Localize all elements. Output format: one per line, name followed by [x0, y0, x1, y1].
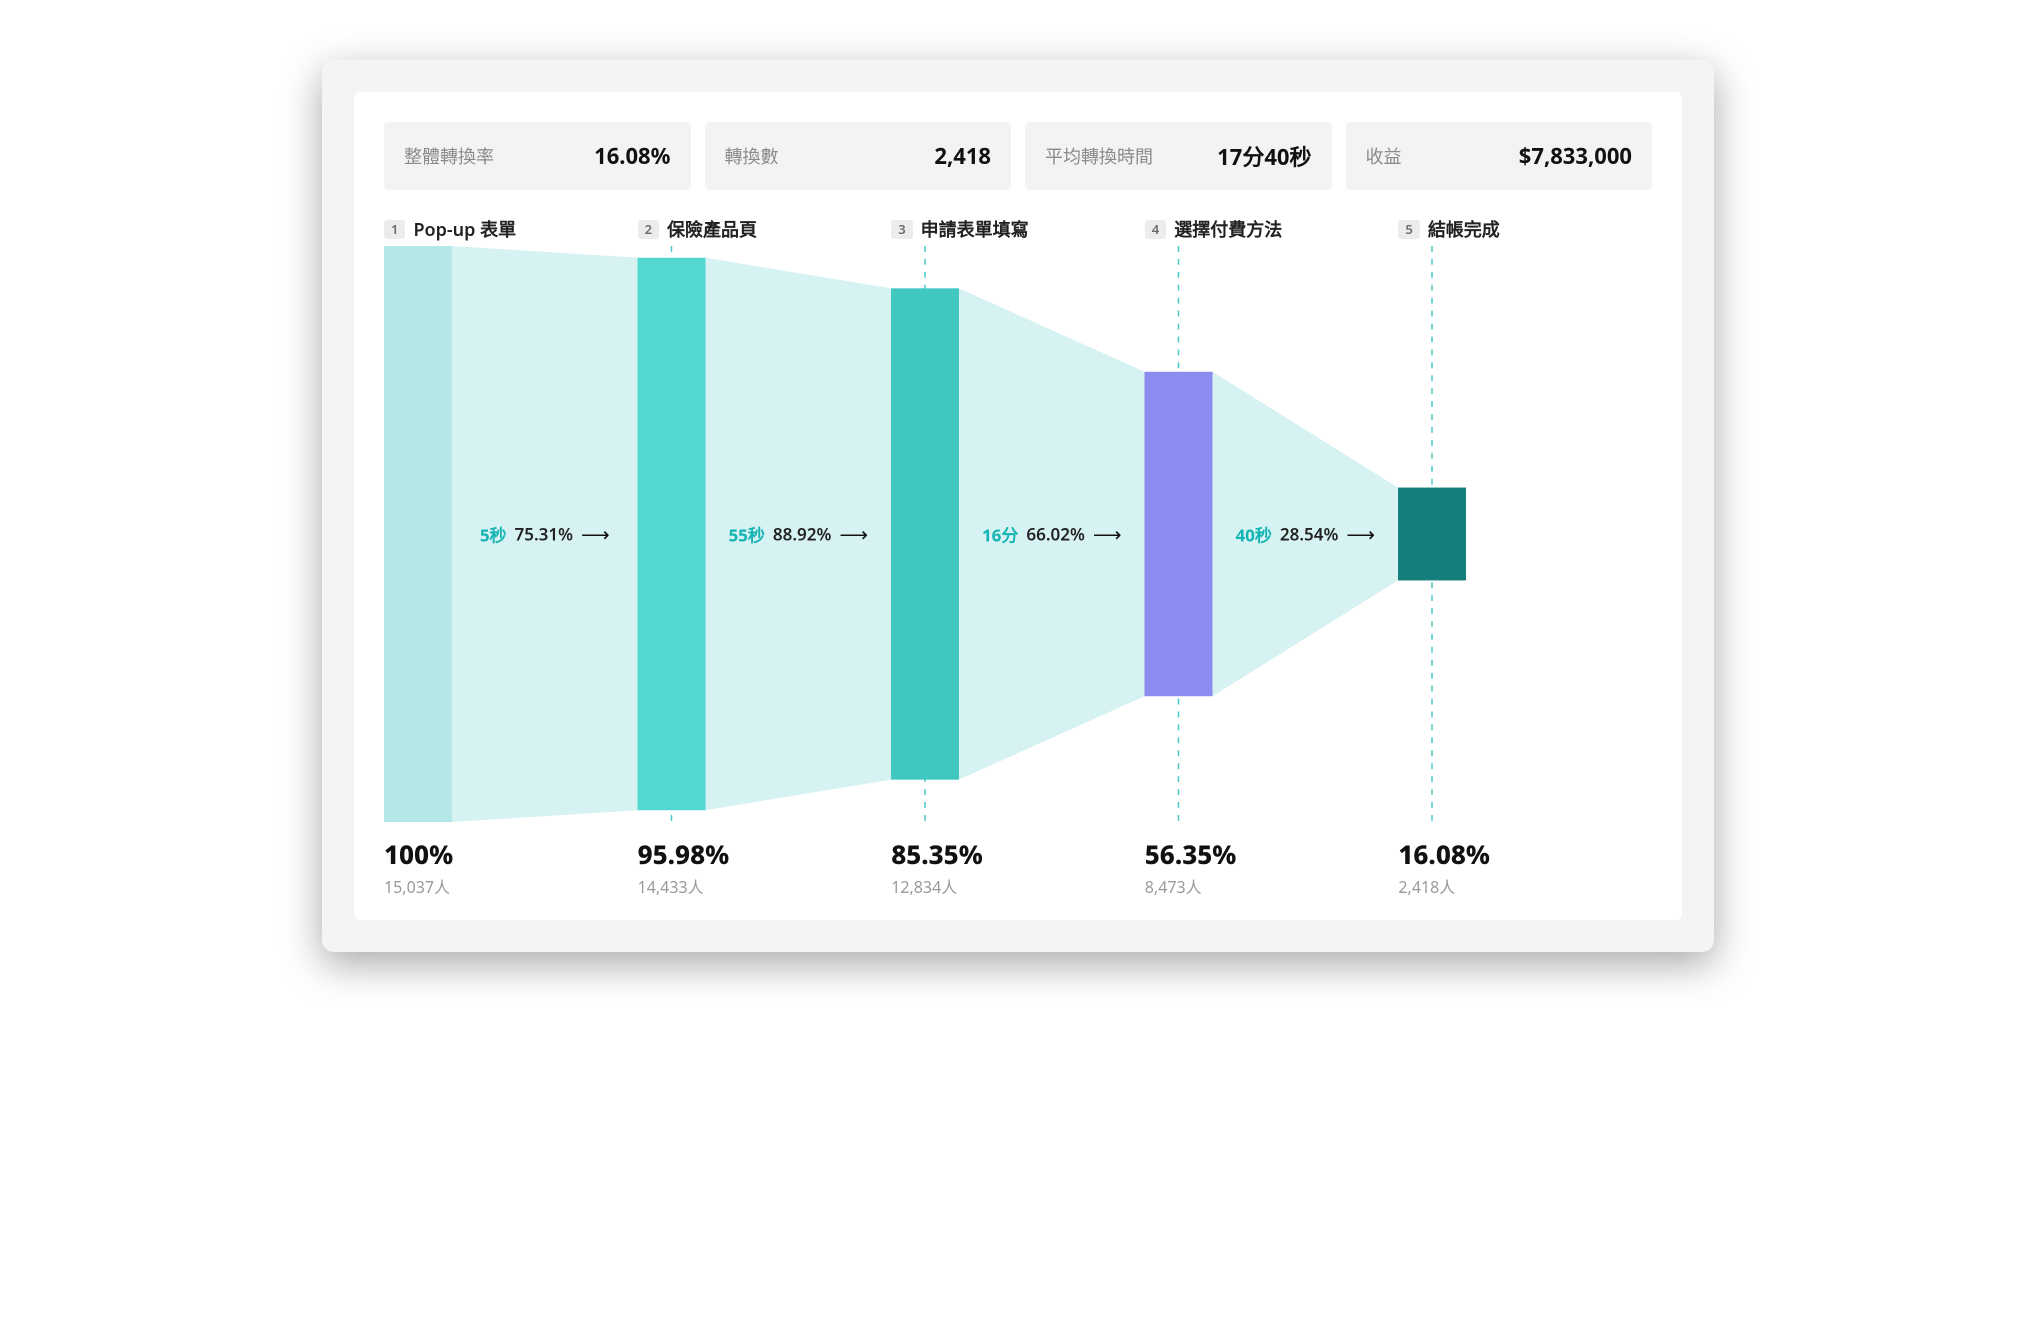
kpi-row: 整體轉換率 16.08% 轉換數 2,418 平均轉換時間 17分40秒 收益 …: [384, 122, 1652, 190]
step-number-badge: 4: [1145, 220, 1166, 239]
funnel-bar: [891, 288, 959, 779]
kpi-value: $7,833,000: [1519, 141, 1632, 171]
step-number-badge: 3: [891, 220, 912, 239]
step-percent: 85.35%: [891, 836, 1145, 872]
funnel-bar: [1145, 372, 1213, 696]
step-footer: 85.35% 12,834人: [891, 836, 1145, 898]
step-header: 3 申請表單填寫: [891, 216, 1145, 242]
funnel-plot: 5秒75.31%⟶55秒88.92%⟶16分66.02%⟶40秒28.54%⟶: [384, 246, 1652, 822]
step-count: 2,418人: [1398, 874, 1652, 898]
step-name: 結帳完成: [1428, 216, 1500, 242]
kpi-revenue: 收益 $7,833,000: [1346, 122, 1653, 190]
kpi-conversions: 轉換數 2,418: [705, 122, 1012, 190]
step-count: 12,834人: [891, 874, 1145, 898]
card-frame: 整體轉換率 16.08% 轉換數 2,418 平均轉換時間 17分40秒 收益 …: [322, 60, 1714, 952]
step-footer: 100% 15,037人: [384, 836, 638, 898]
steps-footer: 100% 15,037人 95.98% 14,433人 85.35% 12,83…: [384, 836, 1652, 898]
step-footer: 95.98% 14,433人: [638, 836, 892, 898]
funnel-flow: [452, 246, 638, 822]
funnel-flow: [959, 288, 1145, 779]
step-name: 申請表單填寫: [921, 216, 1029, 242]
step-number-badge: 5: [1398, 220, 1419, 239]
kpi-value: 2,418: [934, 141, 991, 171]
kpi-label: 收益: [1366, 143, 1402, 169]
kpi-value: 17分40秒: [1217, 140, 1311, 172]
step-percent: 56.35%: [1145, 836, 1399, 872]
step-count: 14,433人: [638, 874, 892, 898]
step-name: 選擇付費方法: [1174, 216, 1282, 242]
kpi-label: 平均轉換時間: [1045, 143, 1153, 169]
step-number-badge: 1: [384, 220, 405, 239]
step-header: 4 選擇付費方法: [1145, 216, 1399, 242]
step-footer: 56.35% 8,473人: [1145, 836, 1399, 898]
step-count: 15,037人: [384, 874, 638, 898]
step-percent: 16.08%: [1398, 836, 1652, 872]
kpi-label: 轉換數: [725, 143, 779, 169]
step-header: 5 結帳完成: [1398, 216, 1652, 242]
kpi-overall-rate: 整體轉換率 16.08%: [384, 122, 691, 190]
step-number-badge: 2: [638, 220, 659, 239]
funnel-bar: [638, 258, 706, 810]
step-name: 保險產品頁: [667, 216, 757, 242]
step-count: 8,473人: [1145, 874, 1399, 898]
funnel-flow: [706, 258, 892, 810]
funnel-bar: [384, 246, 452, 822]
kpi-value: 16.08%: [594, 141, 670, 171]
step-percent: 95.98%: [638, 836, 892, 872]
step-footer: 16.08% 2,418人: [1398, 836, 1652, 898]
funnel-panel: 整體轉換率 16.08% 轉換數 2,418 平均轉換時間 17分40秒 收益 …: [354, 92, 1682, 920]
step-percent: 100%: [384, 836, 638, 872]
funnel-bar: [1398, 488, 1466, 581]
steps-header: 1 Pop-up 表單 2 保險產品頁 3 申請表單填寫 4 選擇付費方法 5 …: [384, 216, 1652, 242]
funnel-flow: [1213, 372, 1399, 696]
kpi-label: 整體轉換率: [404, 143, 494, 169]
kpi-avg-time: 平均轉換時間 17分40秒: [1025, 122, 1332, 190]
step-header: 1 Pop-up 表單: [384, 216, 638, 242]
step-name: Pop-up 表單: [413, 216, 516, 242]
step-header: 2 保險產品頁: [638, 216, 892, 242]
funnel-svg: [384, 246, 1652, 822]
